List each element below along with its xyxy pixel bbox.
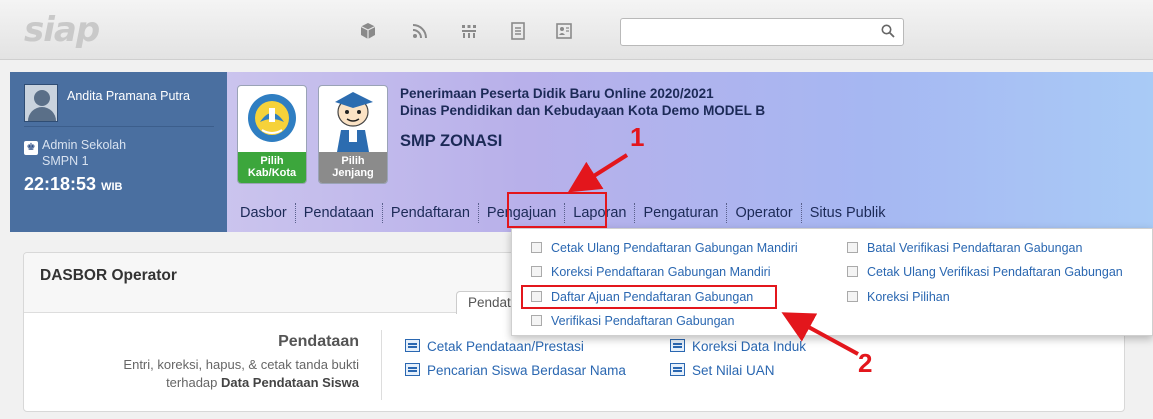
- annotation-number-1: 1: [630, 122, 645, 152]
- arrow-2: [781, 312, 859, 356]
- arrow-1: [567, 153, 629, 193]
- annotation-arrows: [567, 153, 859, 356]
- annotation-number-2: 2: [858, 348, 873, 378]
